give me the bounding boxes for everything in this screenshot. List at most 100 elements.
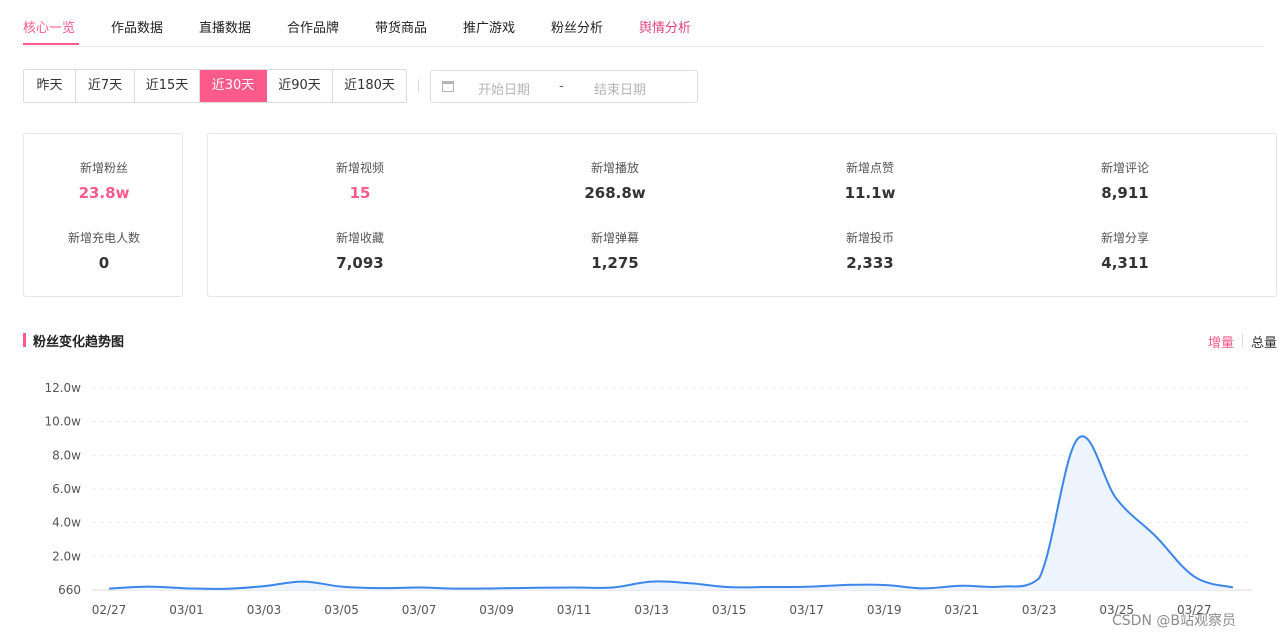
y-tick-label: 6.0w: [52, 482, 81, 496]
data-point: [108, 587, 111, 590]
data-point: [1038, 577, 1041, 580]
x-tick-label: 03/05: [324, 603, 359, 617]
stat-value: 15: [349, 184, 371, 202]
range-7d-button[interactable]: 近7天: [76, 70, 135, 102]
x-tick-label: 03/15: [712, 603, 747, 617]
stat-value: 268.8w: [584, 184, 646, 202]
data-point: [883, 583, 886, 586]
data-point: [960, 584, 963, 587]
series-area: [109, 436, 1233, 590]
tab-fans-analysis[interactable]: 粉丝分析: [551, 17, 603, 36]
tab-sentiment[interactable]: 舆情分析: [639, 17, 691, 36]
stat-value: 2,333: [846, 254, 894, 272]
stat-value: 0: [98, 254, 110, 272]
fans-trend-chart: 660 2.0w 4.0w 6.0w 8.0w 10.0w 12.0w 02/27 03/01 0…: [44, 381, 1252, 617]
data-point: [146, 585, 149, 588]
tab-core-overview[interactable]: 核心一览: [23, 17, 75, 36]
active-tab-indicator: [23, 43, 79, 45]
data-point: [495, 587, 498, 590]
data-point: [573, 586, 576, 589]
x-tick-label: 03/19: [867, 603, 902, 617]
stat-value: 23.8w: [78, 184, 130, 202]
x-tick-label: 03/23: [1022, 603, 1057, 617]
stat-label: 新增充电人数: [67, 231, 141, 245]
fans-summary-card: 新增粉丝 23.8w 新增充电人数 0: [23, 133, 183, 297]
data-point: [1076, 437, 1079, 440]
toggle-increment[interactable]: 增量: [1208, 332, 1234, 351]
data-point: [379, 587, 382, 590]
data-point: [185, 587, 188, 590]
range-yesterday-button[interactable]: 昨天: [24, 70, 76, 102]
data-point: [689, 582, 692, 585]
stat-label: 新增粉丝: [79, 161, 129, 175]
x-tick-label: 03/01: [169, 603, 204, 617]
stat-label: 新增投币: [845, 231, 895, 245]
data-point: [263, 585, 266, 588]
y-tick-label: 10.0w: [44, 415, 81, 429]
chart-section-title: 粉丝变化趋势图: [33, 335, 125, 350]
x-tick-label: 03/21: [944, 603, 979, 617]
data-point: [456, 587, 459, 590]
stat-label: 新增评论: [1100, 161, 1150, 175]
stat-label: 新增点赞: [845, 161, 895, 175]
range-180d-button[interactable]: 近180天: [333, 70, 406, 102]
y-tick-label: 660: [58, 583, 81, 597]
data-point: [650, 580, 653, 583]
section-accent-bar: [23, 333, 26, 347]
tab-goods[interactable]: 带货商品: [375, 17, 427, 36]
toggle-total[interactable]: 总量: [1251, 332, 1277, 351]
tab-bar: 核心一览 作品数据 直播数据 合作品牌 带货商品 推广游戏 粉丝分析 舆情分析: [23, 0, 1264, 47]
y-tick-label: 4.0w: [52, 516, 81, 530]
data-point: [1115, 498, 1118, 501]
tab-games[interactable]: 推广游戏: [463, 17, 515, 36]
data-point: [805, 585, 808, 588]
data-point: [1154, 535, 1157, 538]
start-date-input[interactable]: 开始日期: [478, 79, 530, 98]
x-tick-label: 02/27: [92, 603, 127, 617]
stat-value: 11.1w: [844, 184, 896, 202]
tab-works-data[interactable]: 作品数据: [111, 17, 163, 36]
tab-brands[interactable]: 合作品牌: [287, 17, 339, 36]
range-30d-button[interactable]: 近30天: [200, 70, 267, 102]
toggle-divider: [1242, 334, 1243, 347]
x-tick-label: 03/11: [557, 603, 592, 617]
stat-value: 1,275: [591, 254, 639, 272]
x-tick-label: 03/13: [634, 603, 669, 617]
stat-value: 7,093: [336, 254, 384, 272]
data-point: [611, 586, 614, 589]
x-tick-label: 03/17: [789, 603, 824, 617]
stat-label: 新增分享: [1100, 231, 1150, 245]
data-point: [728, 586, 731, 589]
stat-label: 新增弹幕: [590, 231, 640, 245]
stat-value: 8,911: [1101, 184, 1149, 202]
divider: [418, 79, 419, 93]
x-tick-label: 03/03: [247, 603, 282, 617]
data-point: [1232, 586, 1235, 589]
date-separator: -: [559, 79, 564, 94]
data-point: [534, 586, 537, 589]
date-range-picker[interactable]: 开始日期 - 结束日期: [430, 70, 698, 103]
data-point: [1193, 575, 1196, 578]
data-point: [301, 580, 304, 583]
x-tick-label: 03/09: [479, 603, 514, 617]
metrics-summary-card: 新增视频 15 新增播放 268.8w 新增点赞 11.1w 新增评论 8,91…: [207, 133, 1277, 297]
stat-label: 新增收藏: [335, 231, 385, 245]
range-button-group: 昨天 近7天 近15天 近30天 近90天 近180天: [23, 69, 407, 103]
data-point: [999, 585, 1002, 588]
watermark-text: CSDN @B站观察员: [1112, 613, 1236, 629]
y-tick-label: 12.0w: [44, 381, 81, 395]
tab-live-data[interactable]: 直播数据: [199, 17, 251, 36]
stat-label: 新增视频: [335, 161, 385, 175]
stat-label: 新增播放: [590, 161, 640, 175]
range-15d-button[interactable]: 近15天: [135, 70, 200, 102]
data-point: [340, 585, 343, 588]
data-point: [844, 583, 847, 586]
data-point: [418, 586, 421, 589]
data-point: [921, 587, 924, 590]
end-date-input[interactable]: 结束日期: [594, 79, 646, 98]
data-point: [766, 585, 769, 588]
x-tick-label: 03/07: [402, 603, 437, 617]
stat-value: 4,311: [1101, 254, 1149, 272]
data-point: [224, 587, 227, 590]
range-90d-button[interactable]: 近90天: [267, 70, 333, 102]
